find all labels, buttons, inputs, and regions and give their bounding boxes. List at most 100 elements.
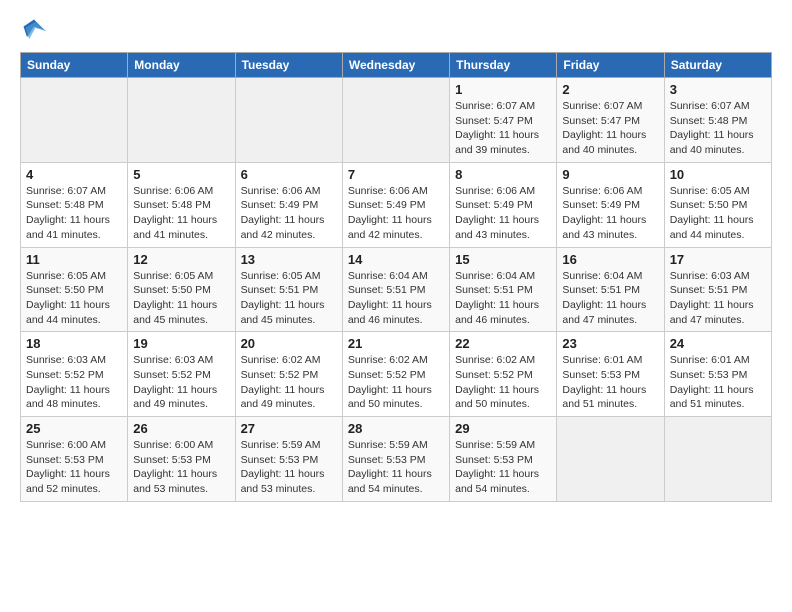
calendar-day-cell: 24 Sunrise: 6:01 AMSunset: 5:53 PMDayligh… bbox=[664, 332, 771, 417]
calendar-header: SundayMondayTuesdayWednesdayThursdayFrid… bbox=[21, 53, 772, 78]
calendar-week-row: 18 Sunrise: 6:03 AMSunset: 5:52 PMDayligh… bbox=[21, 332, 772, 417]
day-info: Sunrise: 6:03 AMSunset: 5:52 PMDaylight:… bbox=[26, 353, 122, 412]
day-number: 1 bbox=[455, 82, 551, 97]
day-info: Sunrise: 6:05 AMSunset: 5:51 PMDaylight:… bbox=[241, 269, 337, 328]
day-number: 22 bbox=[455, 336, 551, 351]
day-info: Sunrise: 6:04 AMSunset: 5:51 PMDaylight:… bbox=[562, 269, 658, 328]
day-info: Sunrise: 5:59 AMSunset: 5:53 PMDaylight:… bbox=[241, 438, 337, 497]
day-number: 23 bbox=[562, 336, 658, 351]
calendar-header-cell: Wednesday bbox=[342, 53, 449, 78]
day-info: Sunrise: 6:00 AMSunset: 5:53 PMDaylight:… bbox=[133, 438, 229, 497]
day-number: 12 bbox=[133, 252, 229, 267]
calendar-body: 1 Sunrise: 6:07 AMSunset: 5:47 PMDaylight… bbox=[21, 78, 772, 502]
calendar-day-cell: 8 Sunrise: 6:06 AMSunset: 5:49 PMDaylight… bbox=[450, 162, 557, 247]
day-number: 17 bbox=[670, 252, 766, 267]
calendar-day-cell bbox=[342, 78, 449, 163]
day-number: 29 bbox=[455, 421, 551, 436]
calendar-day-cell: 23 Sunrise: 6:01 AMSunset: 5:53 PMDayligh… bbox=[557, 332, 664, 417]
calendar-week-row: 25 Sunrise: 6:00 AMSunset: 5:53 PMDayligh… bbox=[21, 417, 772, 502]
calendar-day-cell: 27 Sunrise: 5:59 AMSunset: 5:53 PMDayligh… bbox=[235, 417, 342, 502]
day-info: Sunrise: 6:02 AMSunset: 5:52 PMDaylight:… bbox=[348, 353, 444, 412]
calendar-header-cell: Tuesday bbox=[235, 53, 342, 78]
day-number: 26 bbox=[133, 421, 229, 436]
calendar-day-cell: 7 Sunrise: 6:06 AMSunset: 5:49 PMDaylight… bbox=[342, 162, 449, 247]
calendar-day-cell bbox=[235, 78, 342, 163]
calendar-day-cell: 19 Sunrise: 6:03 AMSunset: 5:52 PMDayligh… bbox=[128, 332, 235, 417]
day-info: Sunrise: 6:03 AMSunset: 5:52 PMDaylight:… bbox=[133, 353, 229, 412]
day-number: 10 bbox=[670, 167, 766, 182]
calendar-day-cell: 16 Sunrise: 6:04 AMSunset: 5:51 PMDayligh… bbox=[557, 247, 664, 332]
calendar-day-cell: 10 Sunrise: 6:05 AMSunset: 5:50 PMDayligh… bbox=[664, 162, 771, 247]
day-info: Sunrise: 6:06 AMSunset: 5:49 PMDaylight:… bbox=[455, 184, 551, 243]
calendar-day-cell: 3Sunrise: 6:07 AMSunset: 5:48 PMDaylight… bbox=[664, 78, 771, 163]
calendar-day-cell: 29 Sunrise: 5:59 AMSunset: 5:53 PMDayligh… bbox=[450, 417, 557, 502]
day-number: 2 bbox=[562, 82, 658, 97]
day-info: Sunrise: 6:02 AMSunset: 5:52 PMDaylight:… bbox=[241, 353, 337, 412]
day-info: Sunrise: 6:04 AMSunset: 5:51 PMDaylight:… bbox=[348, 269, 444, 328]
calendar-day-cell: 11 Sunrise: 6:05 AMSunset: 5:50 PMDayligh… bbox=[21, 247, 128, 332]
calendar-day-cell: 26 Sunrise: 6:00 AMSunset: 5:53 PMDayligh… bbox=[128, 417, 235, 502]
calendar-day-cell: 2 Sunrise: 6:07 AMSunset: 5:47 PMDaylight… bbox=[557, 78, 664, 163]
calendar-day-cell: 17 Sunrise: 6:03 AMSunset: 5:51 PMDayligh… bbox=[664, 247, 771, 332]
day-info: Sunrise: 6:02 AMSunset: 5:52 PMDaylight:… bbox=[455, 353, 551, 412]
calendar-day-cell: 25 Sunrise: 6:00 AMSunset: 5:53 PMDayligh… bbox=[21, 417, 128, 502]
calendar-day-cell: 21 Sunrise: 6:02 AMSunset: 5:52 PMDayligh… bbox=[342, 332, 449, 417]
day-info: Sunrise: 6:06 AMSunset: 5:49 PMDaylight:… bbox=[348, 184, 444, 243]
calendar-header-cell: Sunday bbox=[21, 53, 128, 78]
day-number: 24 bbox=[670, 336, 766, 351]
day-info: Sunrise: 6:01 AMSunset: 5:53 PMDaylight:… bbox=[670, 353, 766, 412]
calendar-day-cell: 1 Sunrise: 6:07 AMSunset: 5:47 PMDaylight… bbox=[450, 78, 557, 163]
day-number: 11 bbox=[26, 252, 122, 267]
calendar-day-cell: 14 Sunrise: 6:04 AMSunset: 5:51 PMDayligh… bbox=[342, 247, 449, 332]
day-info: Sunrise: 5:59 AMSunset: 5:53 PMDaylight:… bbox=[348, 438, 444, 497]
day-number: 8 bbox=[455, 167, 551, 182]
calendar-header-cell: Saturday bbox=[664, 53, 771, 78]
calendar-day-cell: 9 Sunrise: 6:06 AMSunset: 5:49 PMDaylight… bbox=[557, 162, 664, 247]
day-info: Sunrise: 6:06 AMSunset: 5:49 PMDaylight:… bbox=[562, 184, 658, 243]
page-header bbox=[20, 16, 772, 44]
calendar-day-cell: 13Sunrise: 6:05 AMSunset: 5:51 PMDayligh… bbox=[235, 247, 342, 332]
day-info: Sunrise: 6:03 AMSunset: 5:51 PMDaylight:… bbox=[670, 269, 766, 328]
day-number: 15 bbox=[455, 252, 551, 267]
calendar-day-cell: 22 Sunrise: 6:02 AMSunset: 5:52 PMDayligh… bbox=[450, 332, 557, 417]
day-info: Sunrise: 6:00 AMSunset: 5:53 PMDaylight:… bbox=[26, 438, 122, 497]
day-number: 16 bbox=[562, 252, 658, 267]
day-info: Sunrise: 6:05 AMSunset: 5:50 PMDaylight:… bbox=[133, 269, 229, 328]
calendar-day-cell: 4 Sunrise: 6:07 AMSunset: 5:48 PMDaylight… bbox=[21, 162, 128, 247]
day-number: 3 bbox=[670, 82, 766, 97]
calendar-header-cell: Thursday bbox=[450, 53, 557, 78]
day-info: Sunrise: 6:01 AMSunset: 5:53 PMDaylight:… bbox=[562, 353, 658, 412]
day-number: 14 bbox=[348, 252, 444, 267]
day-info: Sunrise: 6:07 AMSunset: 5:48 PMDaylight:… bbox=[26, 184, 122, 243]
day-number: 9 bbox=[562, 167, 658, 182]
calendar-day-cell bbox=[557, 417, 664, 502]
calendar-header-cell: Monday bbox=[128, 53, 235, 78]
logo-icon bbox=[20, 16, 48, 44]
day-number: 28 bbox=[348, 421, 444, 436]
day-info: Sunrise: 6:06 AMSunset: 5:49 PMDaylight:… bbox=[241, 184, 337, 243]
day-info: Sunrise: 6:05 AMSunset: 5:50 PMDaylight:… bbox=[26, 269, 122, 328]
day-number: 21 bbox=[348, 336, 444, 351]
day-info: Sunrise: 6:06 AMSunset: 5:48 PMDaylight:… bbox=[133, 184, 229, 243]
day-number: 6 bbox=[241, 167, 337, 182]
calendar-week-row: 4 Sunrise: 6:07 AMSunset: 5:48 PMDaylight… bbox=[21, 162, 772, 247]
day-number: 18 bbox=[26, 336, 122, 351]
day-info: Sunrise: 6:04 AMSunset: 5:51 PMDaylight:… bbox=[455, 269, 551, 328]
calendar-day-cell bbox=[128, 78, 235, 163]
day-number: 25 bbox=[26, 421, 122, 436]
day-number: 7 bbox=[348, 167, 444, 182]
day-info: Sunrise: 6:07 AMSunset: 5:47 PMDaylight:… bbox=[562, 99, 658, 158]
day-number: 19 bbox=[133, 336, 229, 351]
header-row: SundayMondayTuesdayWednesdayThursdayFrid… bbox=[21, 53, 772, 78]
calendar-day-cell: 20Sunrise: 6:02 AMSunset: 5:52 PMDayligh… bbox=[235, 332, 342, 417]
day-number: 4 bbox=[26, 167, 122, 182]
calendar-header-cell: Friday bbox=[557, 53, 664, 78]
calendar-day-cell: 6 Sunrise: 6:06 AMSunset: 5:49 PMDaylight… bbox=[235, 162, 342, 247]
calendar-week-row: 11 Sunrise: 6:05 AMSunset: 5:50 PMDayligh… bbox=[21, 247, 772, 332]
calendar-table: SundayMondayTuesdayWednesdayThursdayFrid… bbox=[20, 52, 772, 502]
day-number: 27 bbox=[241, 421, 337, 436]
day-info: Sunrise: 5:59 AMSunset: 5:53 PMDaylight:… bbox=[455, 438, 551, 497]
day-info: Sunrise: 6:07 AMSunset: 5:47 PMDaylight:… bbox=[455, 99, 551, 158]
day-info: Sunrise: 6:05 AMSunset: 5:50 PMDaylight:… bbox=[670, 184, 766, 243]
calendar-day-cell: 12 Sunrise: 6:05 AMSunset: 5:50 PMDayligh… bbox=[128, 247, 235, 332]
